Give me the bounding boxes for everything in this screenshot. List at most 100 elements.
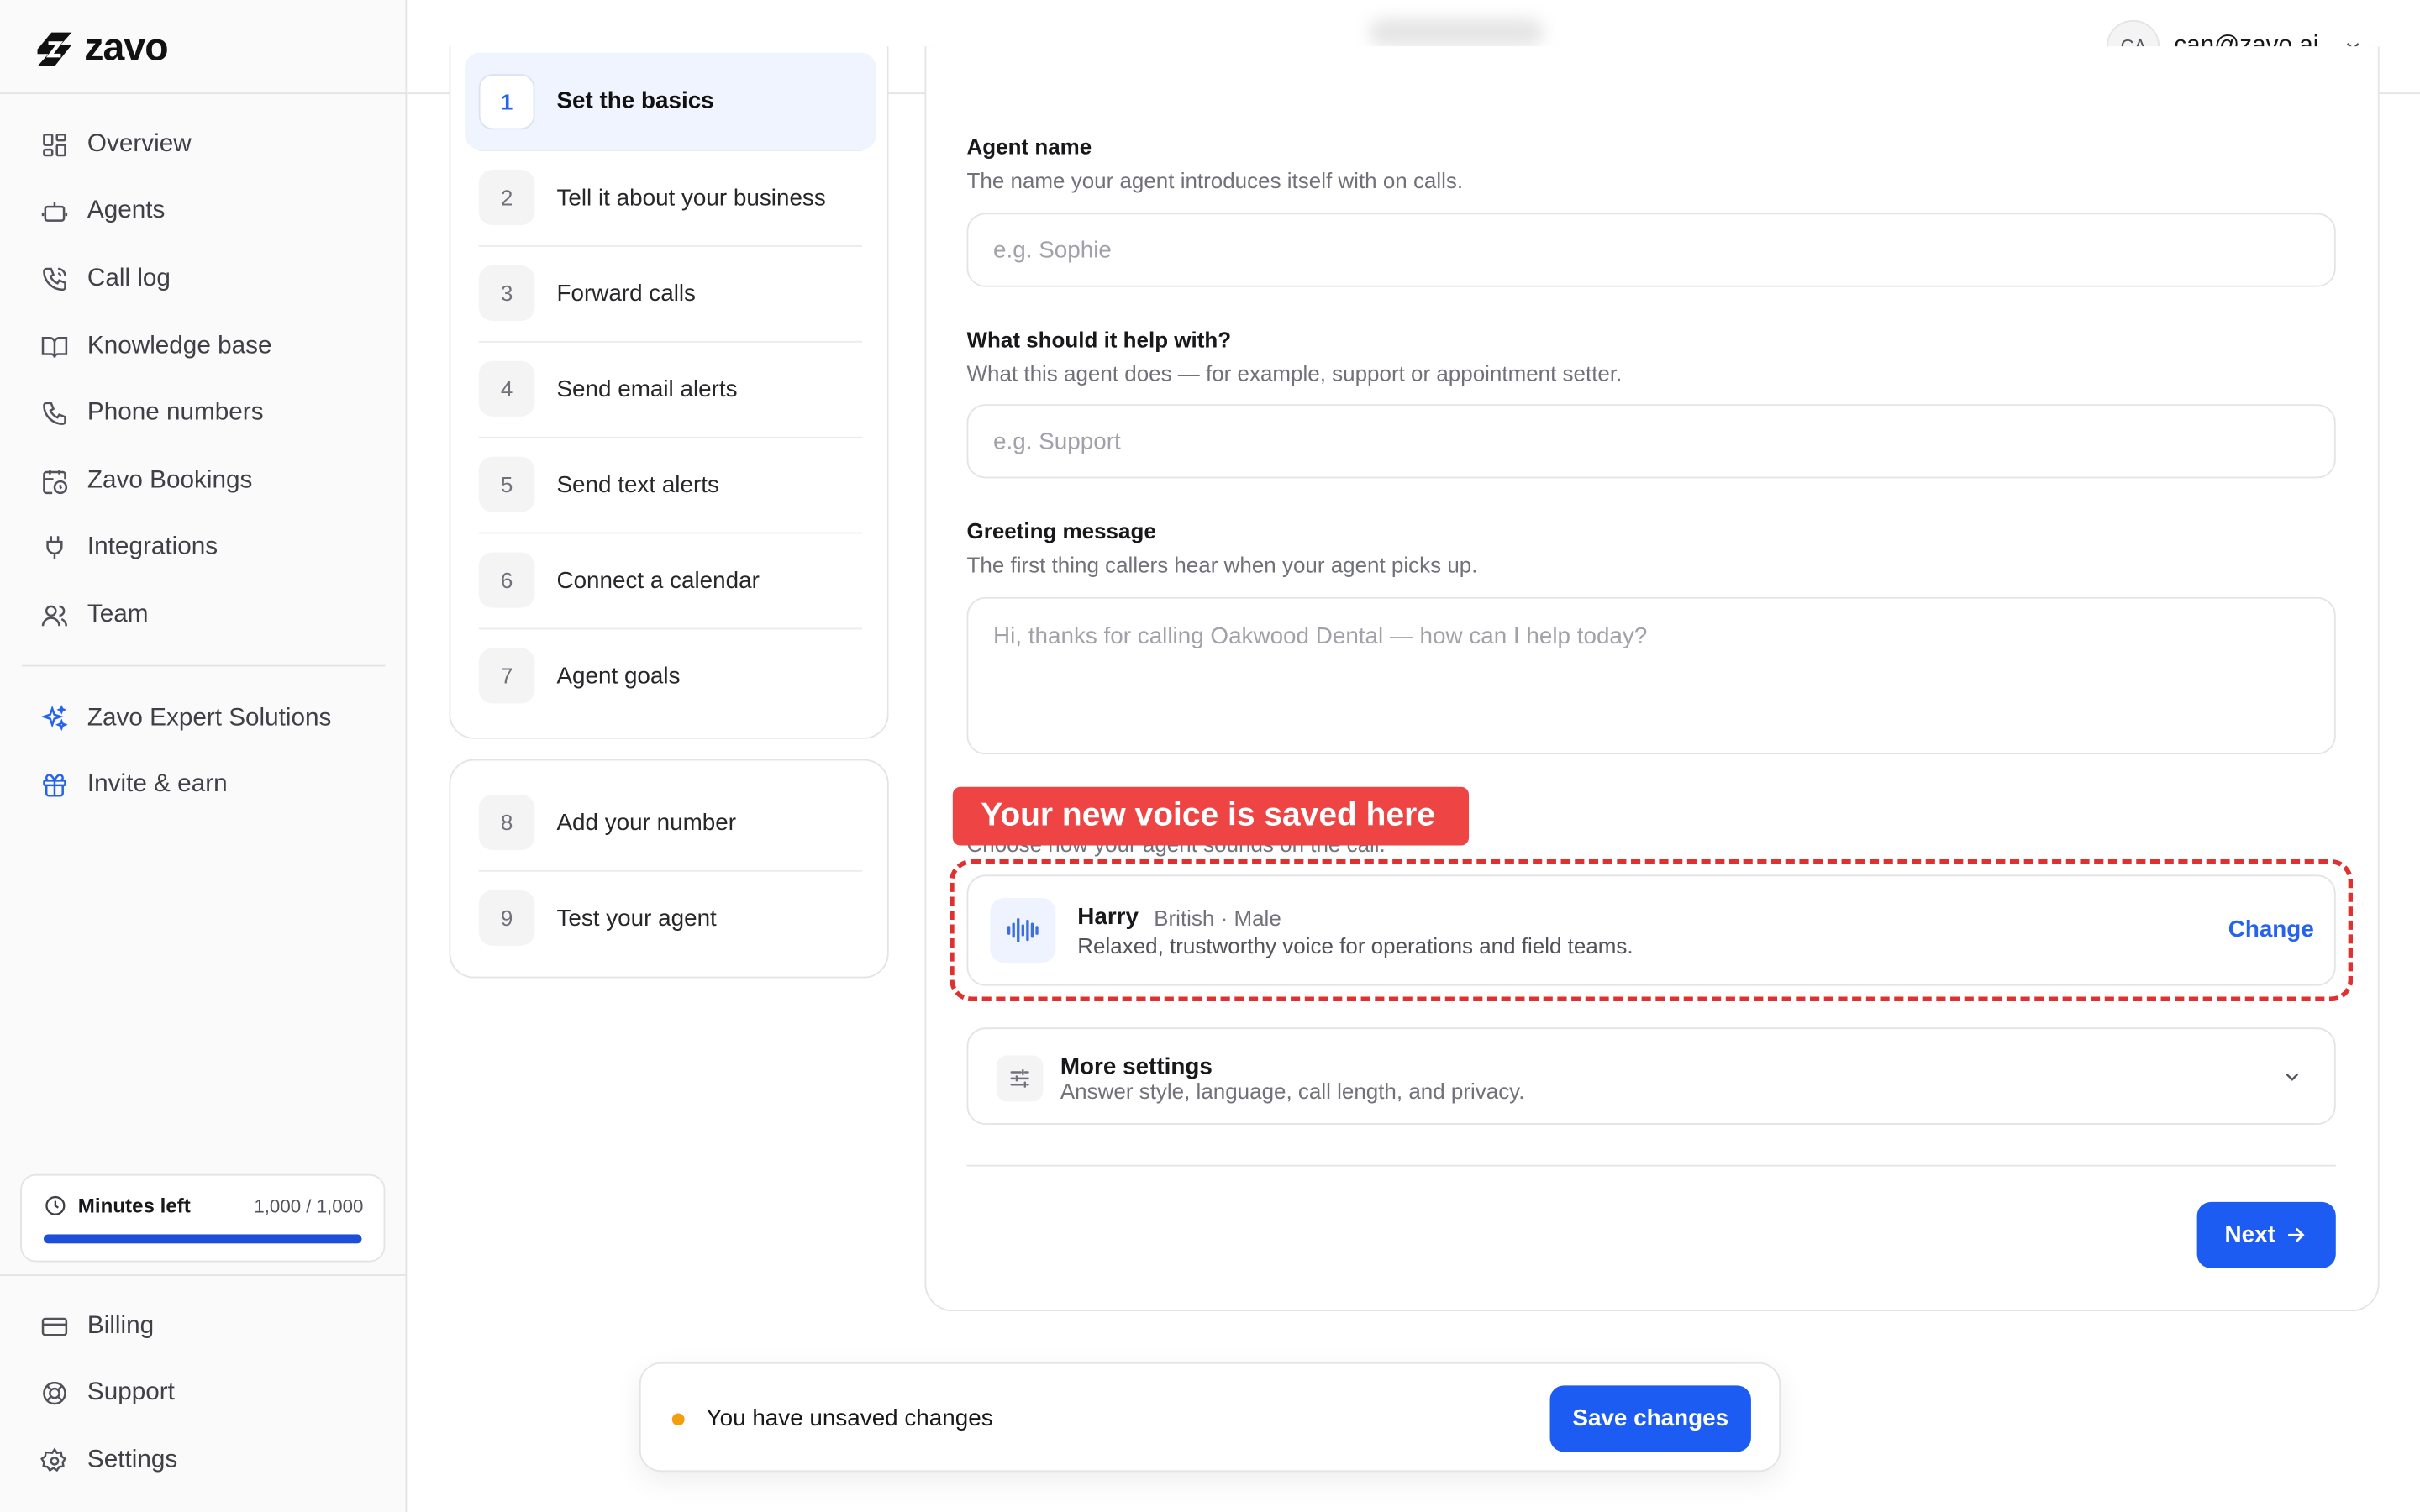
step-number: 9 xyxy=(478,890,535,946)
step-item-8[interactable]: 8 Add your number xyxy=(478,774,862,870)
unsaved-changes-text: You have unsaved changes xyxy=(706,1405,993,1432)
sidebar-item-label: Zavo Expert Solutions xyxy=(87,704,332,731)
minutes-progress-fill xyxy=(43,1234,362,1244)
voice-waveform-icon xyxy=(990,897,1056,963)
minutes-value: 1,000 / 1,000 xyxy=(254,1194,364,1217)
step-item-7[interactable]: 7 Agent goals xyxy=(478,628,862,724)
step-label: Agent goals xyxy=(556,662,681,690)
divider xyxy=(0,1274,408,1276)
phone-call-icon xyxy=(43,267,66,291)
credit-card-icon xyxy=(41,1317,68,1336)
steps-panel: 1 Set the basics 2 Tell it about your bu… xyxy=(449,46,889,739)
agent-name-input[interactable] xyxy=(966,213,2336,287)
more-settings-accordion[interactable]: More settings Answer style, language, ca… xyxy=(966,1027,2336,1125)
divider xyxy=(966,1164,2336,1167)
sidebar-item-team[interactable]: Team xyxy=(22,582,385,649)
greeting-textarea[interactable] xyxy=(966,596,2336,755)
sidebar-item-integrations[interactable]: Integrations xyxy=(22,515,385,582)
sidebar-item-label: Integrations xyxy=(87,534,218,561)
minutes-row: Minutes left 1,000 / 1,000 xyxy=(44,1194,364,1218)
sidebar-item-label: Phone numbers xyxy=(87,400,264,427)
sidebar-item-call-log[interactable]: Call log xyxy=(22,245,385,312)
plug-icon xyxy=(46,536,63,560)
sidebar-item-label: Agents xyxy=(87,197,166,225)
change-voice-button[interactable]: Change xyxy=(2228,916,2314,942)
step-label: Test your agent xyxy=(556,905,717,932)
sidebar-item-label: Settings xyxy=(87,1446,178,1474)
bottom-nav: Billing Support Settings xyxy=(22,1293,385,1494)
blurred-page-title xyxy=(1369,18,1544,47)
purpose-input[interactable] xyxy=(966,404,2336,479)
sidebar-item-knowledge-base[interactable]: Knowledge base xyxy=(22,312,385,380)
gear-icon xyxy=(40,1447,67,1473)
agent-name-label: Agent name xyxy=(966,134,1092,160)
unsaved-indicator-dot xyxy=(671,1413,685,1426)
unsaved-changes-bar: You have unsaved changes Save changes xyxy=(639,1362,1781,1473)
step-item-1[interactable]: 1 Set the basics xyxy=(464,52,876,150)
zavo-logo-icon xyxy=(37,31,72,66)
step-number: 8 xyxy=(478,794,535,851)
step-number: 6 xyxy=(478,552,535,608)
sidebar-item-label: Zavo Bookings xyxy=(87,467,253,494)
robot-icon xyxy=(41,202,68,223)
chevron-down-icon xyxy=(2286,1073,2299,1081)
phone-icon xyxy=(43,402,66,426)
sidebar-item-label: Support xyxy=(87,1379,175,1406)
step-item-2[interactable]: 2 Tell it about your business xyxy=(478,150,862,245)
grid-icon xyxy=(43,133,66,156)
sidebar-item-billing[interactable]: Billing xyxy=(22,1293,385,1360)
sidebar-item-agents[interactable]: Agents xyxy=(22,178,385,245)
step-number: 4 xyxy=(478,360,535,417)
gift-icon xyxy=(43,774,66,797)
save-changes-button[interactable]: Save changes xyxy=(1549,1385,1751,1452)
more-settings-title: More settings xyxy=(1060,1053,1213,1080)
step-number: 3 xyxy=(478,265,535,322)
minutes-widget: Minutes left 1,000 / 1,000 xyxy=(20,1173,386,1263)
minutes-label: Minutes left xyxy=(77,1194,191,1218)
agent-name-help: The name your agent introduces itself wi… xyxy=(966,168,1464,193)
sidebar-item-phone-numbers[interactable]: Phone numbers xyxy=(22,381,385,448)
purpose-label: What should it help with? xyxy=(966,327,1232,352)
voice-meta: British · Male xyxy=(1154,906,1281,931)
step-item-3[interactable]: 3 Forward calls xyxy=(478,245,862,341)
step-number: 2 xyxy=(478,170,535,226)
sidebar-item-settings[interactable]: Settings xyxy=(22,1427,385,1494)
next-button[interactable]: Next xyxy=(2196,1201,2336,1268)
sidebar-item-label: Invite & earn xyxy=(87,771,228,798)
voice-card[interactable]: Harry British · Male Relaxed, trustworth… xyxy=(966,874,2336,986)
voice-saved-callout: Your new voice is saved here xyxy=(952,786,1470,846)
calendar-clock-icon xyxy=(43,469,68,494)
sidebar-item-zavo-bookings[interactable]: Zavo Bookings xyxy=(22,448,385,515)
next-button-label: Next xyxy=(2224,1221,2275,1248)
users-icon xyxy=(41,605,68,627)
sidebar-item-support[interactable]: Support xyxy=(22,1360,385,1427)
sidebar-item-label: Overview xyxy=(87,130,192,157)
step-item-6[interactable]: 6 Connect a calendar xyxy=(478,533,862,628)
sliders-icon xyxy=(996,1055,1044,1102)
step-number: 7 xyxy=(478,648,535,704)
sidebar-item-label: Team xyxy=(87,601,149,628)
step-label: Set the basics xyxy=(556,87,714,114)
sparkles-icon xyxy=(40,704,68,731)
book-icon xyxy=(41,336,68,358)
sidebar-item-invite-earn[interactable]: Invite & earn xyxy=(22,752,385,819)
divider xyxy=(21,664,386,667)
sidebar-item-expert-solutions[interactable]: Zavo Expert Solutions xyxy=(22,685,385,752)
sidebar: zavo Overview Agents Call log Knowledge … xyxy=(0,0,408,1512)
clock-icon xyxy=(45,1195,66,1215)
step-label: Send text alerts xyxy=(556,471,719,498)
divider xyxy=(0,92,408,95)
voice-name: Harry xyxy=(1077,904,1139,931)
step-number: 1 xyxy=(478,73,535,129)
sidebar-item-overview[interactable]: Overview xyxy=(22,111,385,178)
logo-text: zavo xyxy=(84,26,168,70)
step-item-5[interactable]: 5 Send text alerts xyxy=(478,437,862,533)
step-label: Forward calls xyxy=(556,280,696,307)
purpose-help: What this agent does — for example, supp… xyxy=(966,360,1623,386)
sidebar-item-label: Billing xyxy=(87,1312,155,1339)
step-item-4[interactable]: 4 Send email alerts xyxy=(478,341,862,437)
logo[interactable]: zavo xyxy=(34,26,169,71)
arrow-right-icon xyxy=(2288,1228,2306,1242)
step-label: Add your number xyxy=(556,809,737,836)
step-item-9[interactable]: 9 Test your agent xyxy=(478,870,862,966)
